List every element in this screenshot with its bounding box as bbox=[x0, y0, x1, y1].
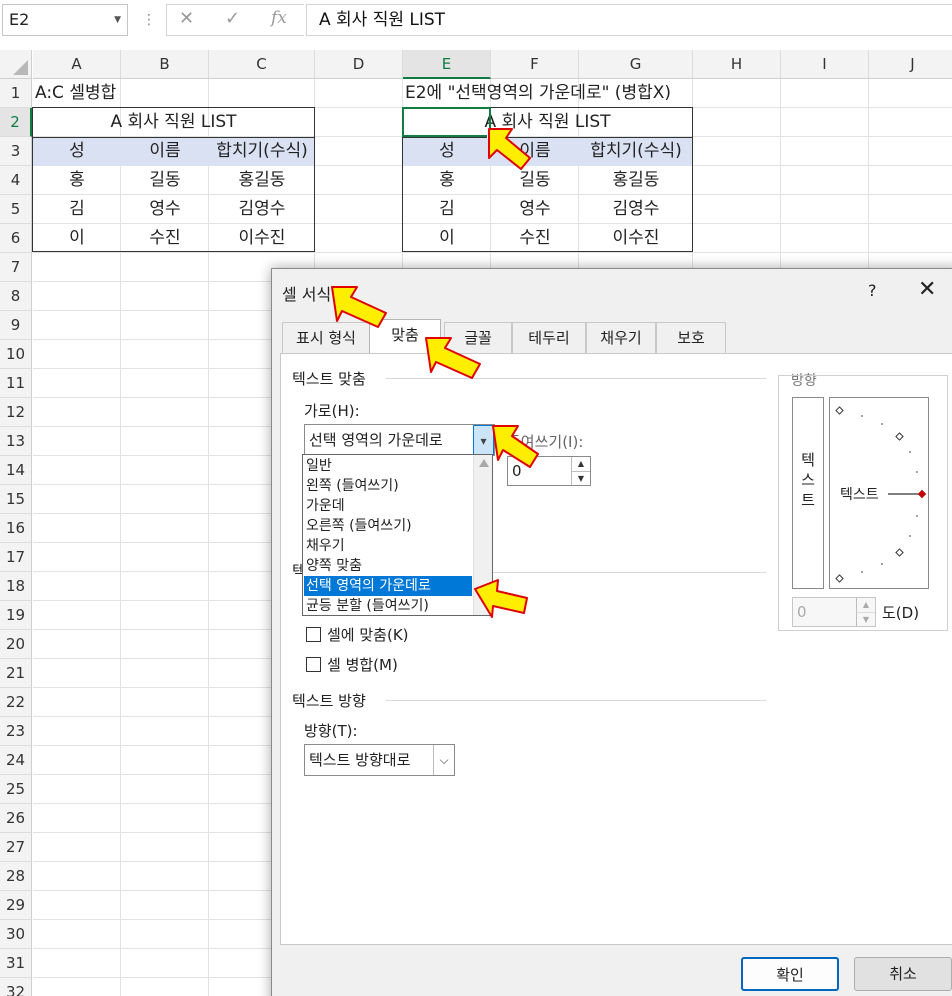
arrow-icon bbox=[492, 425, 539, 468]
arrow-icon bbox=[488, 128, 531, 170]
arrow-icon bbox=[331, 286, 387, 328]
arrow-icon bbox=[425, 337, 481, 379]
annotation-arrows bbox=[331, 128, 539, 618]
arrow-icon bbox=[474, 579, 528, 618]
